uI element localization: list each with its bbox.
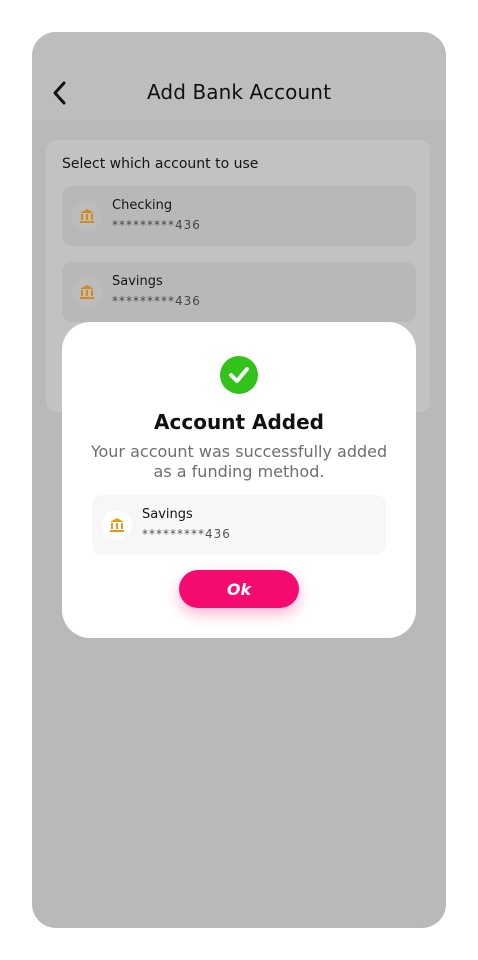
account-name: Checking — [112, 198, 173, 213]
success-modal: Account Added Your account was successfu… — [62, 322, 416, 638]
account-number: *********436 — [142, 527, 231, 541]
modal-message: Your account was successfully added as a… — [90, 442, 388, 481]
account-option-checking[interactable]: Checking *********436 — [62, 186, 416, 246]
account-option-savings[interactable]: Savings *********436 — [62, 262, 416, 322]
ok-button[interactable]: Ok — [179, 570, 299, 608]
bank-icon — [102, 510, 132, 540]
account-name: Savings — [142, 507, 193, 522]
modal-title: Account Added — [154, 410, 324, 434]
account-number: *********436 — [112, 294, 201, 308]
check-circle-icon — [220, 356, 258, 394]
bank-icon — [72, 201, 102, 231]
account-name: Savings — [112, 274, 163, 289]
bank-icon — [72, 277, 102, 307]
added-account-summary: Savings *********436 — [92, 495, 386, 555]
header: Add Bank Account — [32, 32, 446, 120]
card-title: Select which account to use — [62, 156, 259, 172]
account-number: *********436 — [112, 218, 201, 232]
page-title: Add Bank Account — [146, 80, 332, 104]
